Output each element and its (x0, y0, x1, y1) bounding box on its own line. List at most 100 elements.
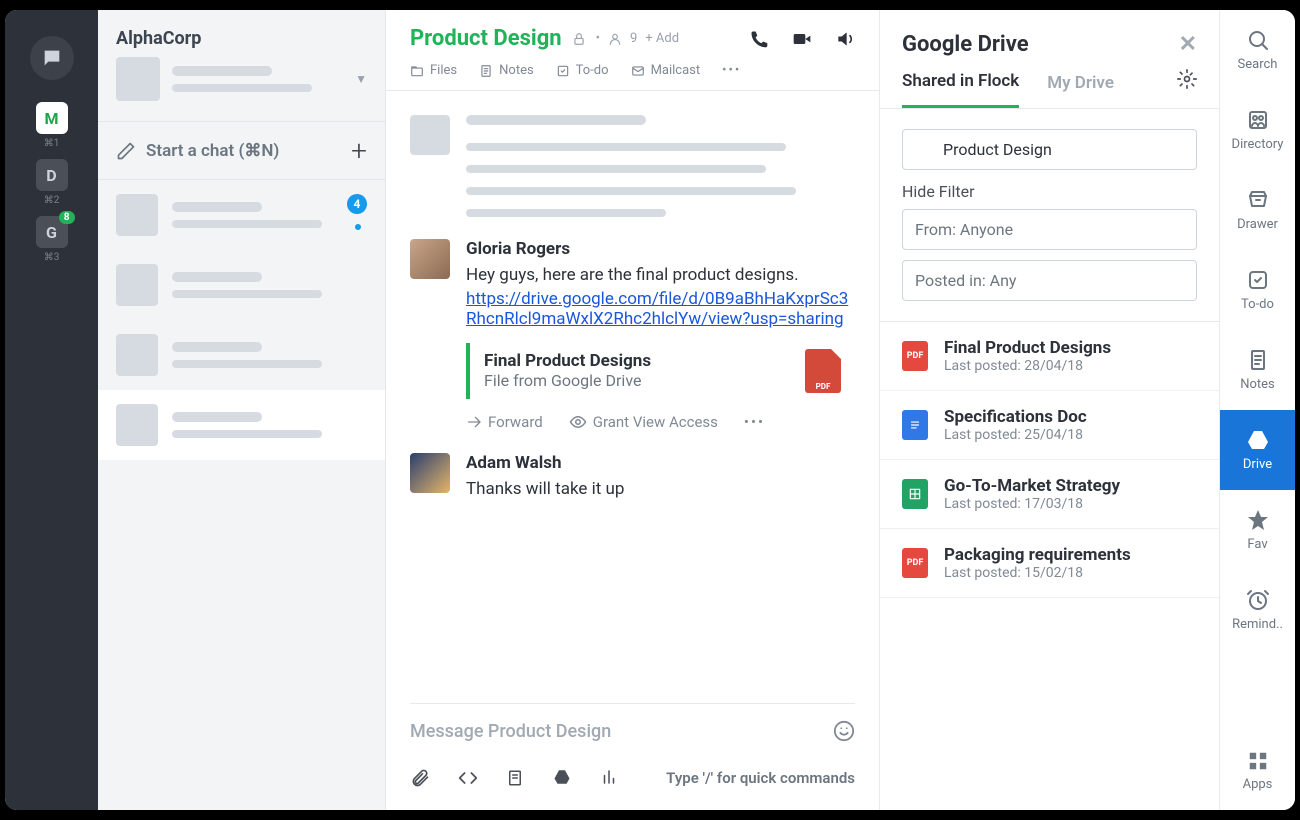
chat-main: Product Design • 9 + Add Files (386, 10, 879, 810)
file-title: Go-To-Market Strategy (944, 476, 1197, 496)
rail-fav[interactable]: Fav (1220, 490, 1295, 570)
file-sub: Last posted: 28/04/18 (944, 358, 1197, 374)
posted-filter[interactable] (902, 260, 1197, 301)
emoji-icon[interactable] (833, 720, 855, 742)
file-sub: Last posted: 17/03/18 (944, 496, 1197, 512)
more-icon[interactable]: ••• (722, 63, 741, 78)
workspace-item[interactable]: D⌘2 (36, 159, 68, 206)
drive-icon (1246, 428, 1270, 452)
doc-icon (902, 410, 928, 440)
more-icon[interactable]: ••• (744, 413, 765, 431)
forward-action[interactable]: Forward (466, 413, 543, 431)
pdf-icon: PDF (902, 341, 928, 371)
files-icon (410, 64, 424, 78)
rail-notes[interactable]: Notes (1220, 330, 1295, 410)
tab-mydrive[interactable]: My Drive (1047, 73, 1114, 107)
add-members-link[interactable]: + Add (645, 31, 679, 46)
tab-notes[interactable]: Notes (479, 63, 534, 78)
file-item[interactable]: Go-To-Market StrategyLast posted: 17/03/… (880, 460, 1219, 529)
team-name[interactable]: AlphaCorp (116, 28, 367, 49)
panel-title: Google Drive (902, 32, 1029, 57)
skeleton-message (410, 115, 855, 217)
dot-separator: • (596, 31, 600, 46)
attach-icon[interactable] (410, 768, 430, 788)
directory-icon (1246, 108, 1270, 132)
lock-icon (572, 32, 586, 46)
member-count: 9 (630, 31, 637, 46)
apps-icon (1247, 750, 1269, 772)
todo-icon (556, 64, 570, 78)
sidebar-item[interactable] (98, 390, 385, 460)
file-item[interactable]: PDF Final Product DesignsLast posted: 28/… (880, 322, 1219, 391)
app-window: M⌘1 D⌘2 G⌘38 AlphaCorp ▼ Start a chat (⌘N)… (5, 10, 1295, 810)
fav-icon (1246, 508, 1270, 532)
sidebar-item[interactable] (98, 320, 385, 390)
person-icon (608, 32, 622, 46)
sheet-icon (902, 479, 928, 509)
file-sub: File from Google Drive (484, 371, 651, 390)
sidebar-item[interactable]: 4 (98, 180, 385, 250)
video-icon[interactable] (791, 29, 813, 49)
search-input[interactable] (902, 129, 1197, 170)
drive-panel: Google Drive ✕ Shared in Flock My Drive … (879, 10, 1219, 810)
forward-icon (466, 414, 482, 430)
file-sub: Last posted: 15/02/18 (944, 565, 1197, 581)
file-name: Final Product Designs (484, 351, 651, 371)
speaker-icon[interactable] (835, 29, 855, 49)
code-icon[interactable] (458, 768, 478, 788)
avatar[interactable] (410, 453, 450, 493)
app-logo[interactable] (30, 36, 74, 80)
file-title: Final Product Designs (944, 338, 1197, 358)
rail-apps[interactable]: Apps (1220, 732, 1295, 810)
notes-icon (1246, 348, 1270, 372)
msg-text: Thanks will take it up (466, 477, 855, 503)
tab-files[interactable]: Files (410, 63, 457, 78)
avatar[interactable] (410, 239, 450, 279)
chevron-down-icon[interactable]: ▼ (355, 72, 367, 86)
file-item[interactable]: Specifications DocLast posted: 25/04/18 (880, 391, 1219, 460)
channel-title[interactable]: Product Design (410, 26, 562, 51)
rail-search[interactable]: Search (1220, 10, 1295, 90)
compose-area[interactable]: Message Product Design Type '/' for quic… (410, 703, 855, 810)
rail-drawer[interactable]: Drawer (1220, 170, 1295, 250)
drive-icon[interactable] (552, 768, 572, 786)
file-sub: Last posted: 25/04/18 (944, 427, 1197, 443)
msg-text: Hey guys, here are the final product des… (466, 263, 855, 289)
file-attachment[interactable]: Final Product Designs File from Google D… (466, 343, 855, 399)
eye-icon (569, 413, 587, 431)
plus-icon[interactable]: + (351, 134, 367, 167)
workspace-item[interactable]: M⌘1 (36, 102, 68, 149)
close-icon[interactable]: ✕ (1179, 32, 1197, 57)
msg-link[interactable]: https://drive.google.com/file/d/0B9aBhHa… (466, 289, 848, 329)
start-chat-row[interactable]: Start a chat (⌘N) + (98, 121, 385, 180)
notes-icon (479, 64, 493, 78)
pdf-icon: PDF (902, 548, 928, 578)
drawer-icon (1246, 188, 1270, 212)
msg-sender: Gloria Rogers (466, 239, 855, 259)
hide-filter-link[interactable]: Hide Filter (902, 182, 1197, 201)
tab-shared[interactable]: Shared in Flock (902, 71, 1019, 108)
poll-icon[interactable] (600, 768, 618, 786)
rail-remind[interactable]: Remind.. (1220, 570, 1295, 650)
tab-todo[interactable]: To-do (556, 63, 609, 78)
rail-drive[interactable]: Drive (1220, 410, 1295, 490)
rail-directory[interactable]: Directory (1220, 90, 1295, 170)
pdf-icon (805, 349, 841, 393)
note-icon[interactable] (506, 768, 524, 788)
chat-message: Gloria Rogers Hey guys, here are the fin… (410, 239, 855, 431)
from-filter[interactable] (902, 209, 1197, 250)
sidebar-item[interactable] (98, 250, 385, 320)
avatar[interactable] (116, 57, 160, 101)
grant-access-action[interactable]: Grant View Access (569, 413, 718, 431)
file-title: Specifications Doc (944, 407, 1197, 427)
call-icon[interactable] (749, 29, 769, 49)
start-chat-label: Start a chat (⌘N) (146, 141, 279, 161)
tab-mailcast[interactable]: Mailcast (631, 63, 701, 78)
chat-message: Adam Walsh Thanks will take it up (410, 453, 855, 503)
workspace-item[interactable]: G⌘38 (36, 216, 68, 263)
rail-todo[interactable]: To-do (1220, 250, 1295, 330)
search-icon (1246, 28, 1270, 52)
compose-icon (116, 141, 136, 161)
file-item[interactable]: PDFPackaging requirementsLast posted: 15… (880, 529, 1219, 598)
gear-icon[interactable] (1177, 69, 1197, 89)
